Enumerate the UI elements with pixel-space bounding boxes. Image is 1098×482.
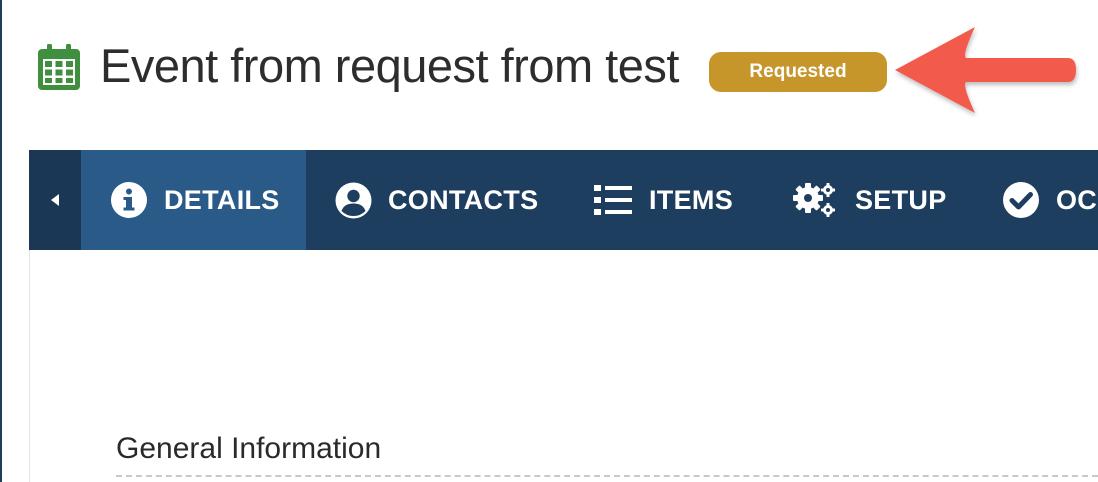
user-circle-icon [335,182,372,218]
page-header: Event from request from test Requested [0,0,1098,140]
tab-occ[interactable]: OCC [1002,150,1098,250]
tab-setup[interactable]: SETUP [791,150,947,250]
caret-left-icon [51,194,59,206]
tab-bar: DETAILS CONTACTS ITEMS SETUP OC [29,150,1098,250]
tab-occ-label: OCC [1056,184,1098,215]
tab-details-label: DETAILS [164,184,280,215]
list-icon [594,185,632,215]
section-divider [116,475,1098,477]
tab-setup-label: SETUP [855,184,947,215]
arrow-icon [895,27,1076,113]
gears-icon [793,183,835,217]
tab-scroll-left-button[interactable] [29,150,81,250]
calendar-icon [38,44,80,90]
section-title-general-information: General Information [116,432,382,465]
tab-contacts[interactable]: CONTACTS [335,150,538,250]
tab-contacts-label: CONTACTS [388,184,539,215]
tab-details[interactable]: DETAILS [81,150,306,250]
status-badge: Requested [709,52,887,92]
check-circle-icon [1003,182,1039,218]
tab-items-label: ITEMS [649,184,734,215]
tab-items[interactable]: ITEMS [593,150,733,250]
info-circle-icon [111,182,147,218]
page-title: Event from request from test [100,39,679,92]
